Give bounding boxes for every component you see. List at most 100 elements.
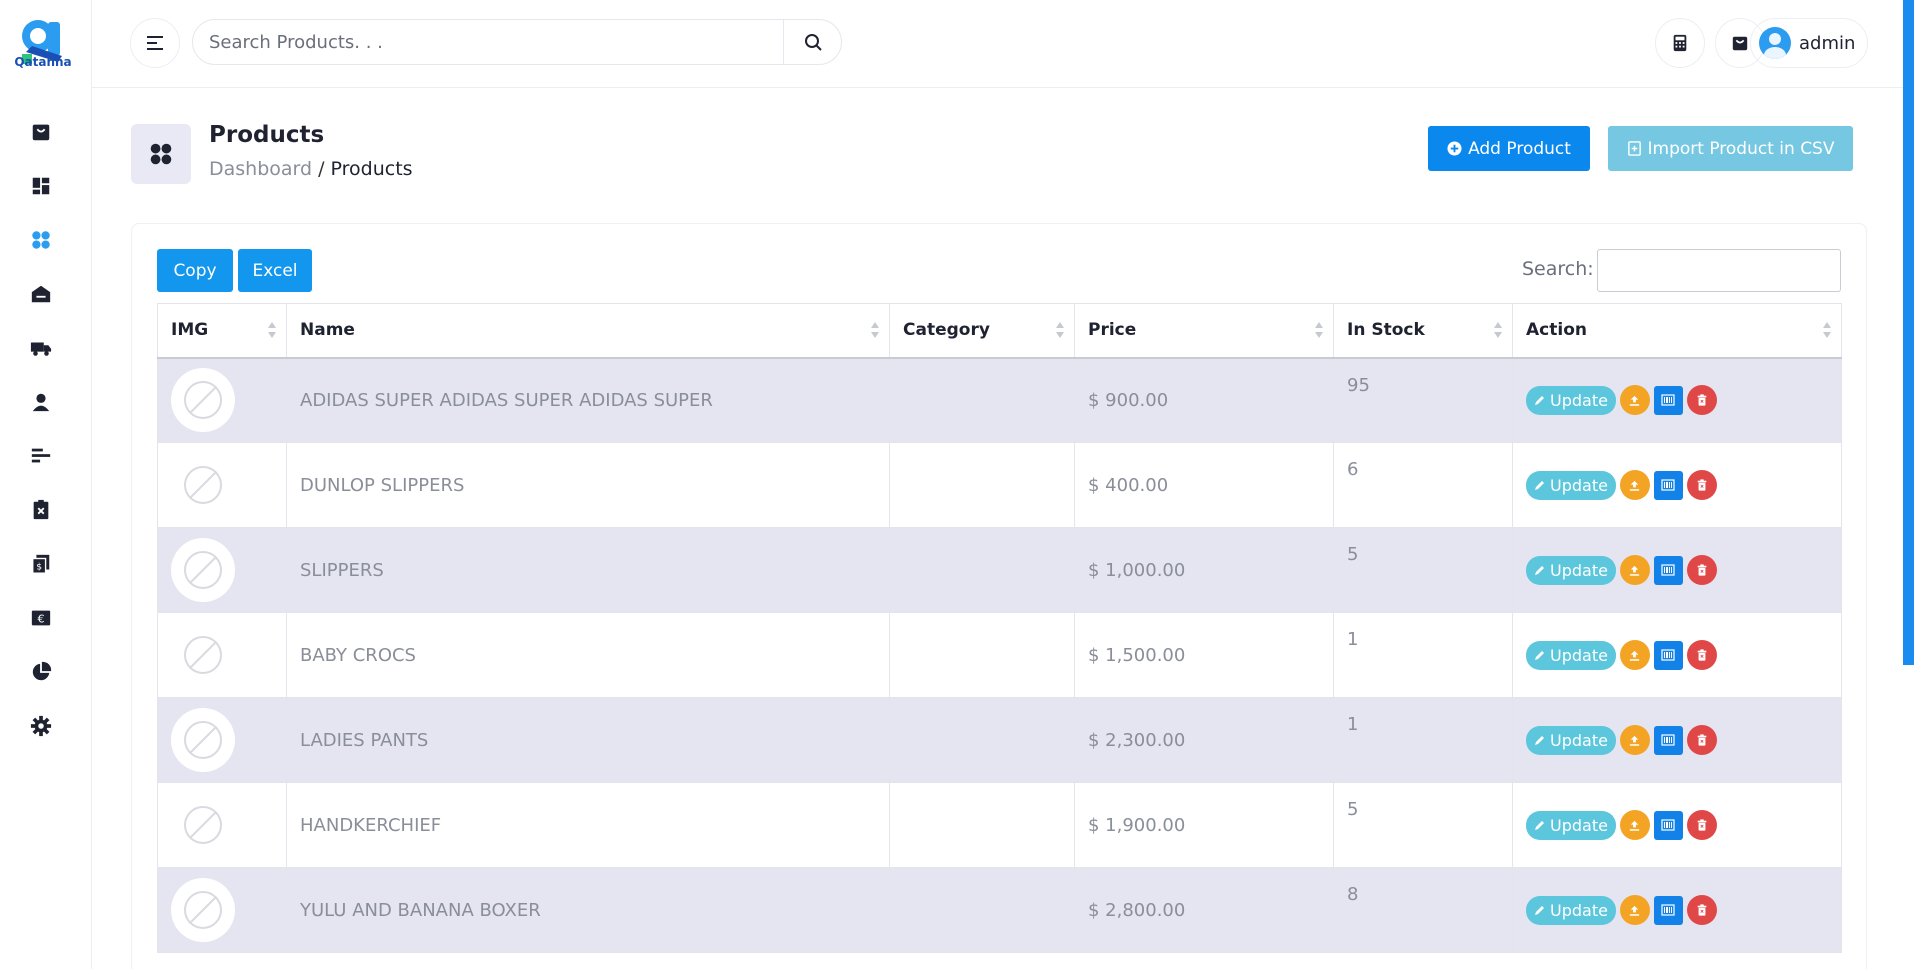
update-button[interactable]: Update	[1526, 725, 1616, 755]
barcode-button[interactable]	[1653, 555, 1683, 585]
cell-price: $ 1,000.00	[1074, 527, 1334, 613]
trash-icon	[1697, 564, 1707, 576]
delete-button[interactable]	[1686, 555, 1717, 585]
table-row[interactable]: HANDKERCHIEF $ 1,900.00 5 Update	[157, 782, 1842, 868]
sort-icon	[1494, 322, 1502, 340]
barcode-button[interactable]	[1653, 640, 1683, 670]
barcode-icon	[1661, 479, 1676, 491]
barcode-icon	[1661, 649, 1676, 661]
cell-category	[889, 867, 1075, 953]
update-label: Update	[1550, 560, 1608, 580]
cell-action: Update	[1512, 442, 1842, 528]
update-label: Update	[1550, 475, 1608, 495]
expense-icon[interactable]	[29, 498, 53, 522]
cell-name: BABY CROCS	[286, 612, 890, 698]
product-thumbnail	[171, 708, 235, 772]
cell-stock: 5	[1333, 782, 1513, 868]
update-label: Update	[1550, 390, 1608, 410]
table-row[interactable]: SLIPPERS $ 1,000.00 5 Update	[157, 527, 1842, 613]
product-thumbnail	[171, 793, 235, 857]
scrollbar[interactable]	[1903, 0, 1914, 665]
column-header-price[interactable]: Price	[1074, 303, 1334, 359]
dashboard-icon[interactable]	[29, 174, 53, 198]
upload-image-button[interactable]	[1619, 555, 1650, 585]
euro-icon[interactable]: €	[29, 606, 53, 630]
topbar: admin	[92, 0, 1914, 88]
update-label: Update	[1550, 815, 1608, 835]
upload-image-button[interactable]	[1619, 895, 1650, 925]
pencil-icon	[1535, 566, 1544, 575]
cell-category	[889, 782, 1075, 868]
product-search-input[interactable]	[193, 20, 783, 64]
cell-price: $ 400.00	[1074, 442, 1334, 528]
import-csv-label: Import Product in CSV	[1647, 138, 1835, 159]
barcode-button[interactable]	[1653, 810, 1683, 840]
user-name: admin	[1799, 32, 1856, 54]
invoice-icon[interactable]: $	[29, 552, 53, 576]
delete-button[interactable]	[1686, 725, 1717, 755]
no-image-icon	[184, 806, 222, 844]
column-header-action[interactable]: Action	[1512, 303, 1842, 359]
column-header-img[interactable]: IMG	[157, 303, 287, 359]
copy-button[interactable]: Copy	[157, 249, 233, 292]
user-menu[interactable]: admin	[1750, 18, 1868, 68]
calculator-button[interactable]	[1655, 18, 1705, 68]
table-row[interactable]: DUNLOP SLIPPERS $ 400.00 6 Update	[157, 442, 1842, 528]
product-thumbnail	[171, 368, 235, 433]
upload-image-button[interactable]	[1619, 810, 1650, 840]
search-button[interactable]	[783, 20, 841, 64]
table-row[interactable]: LADIES PANTS $ 2,300.00 1 Update	[157, 697, 1842, 783]
update-button[interactable]: Update	[1526, 640, 1616, 670]
barcode-button[interactable]	[1653, 725, 1683, 755]
delete-button[interactable]	[1686, 895, 1717, 925]
page-title: Products	[209, 122, 325, 148]
table-row[interactable]: YULU AND BANANA BOXER $ 2,800.00 8 Updat…	[157, 867, 1842, 953]
products-icon[interactable]	[29, 228, 53, 252]
update-button[interactable]: Update	[1526, 470, 1616, 500]
breadcrumb-dashboard[interactable]: Dashboard	[209, 158, 312, 180]
delete-button[interactable]	[1686, 470, 1717, 500]
cell-price: $ 2,800.00	[1074, 867, 1334, 953]
cell-img	[157, 612, 287, 698]
user-icon[interactable]	[29, 390, 53, 414]
cell-name: YULU AND BANANA BOXER	[286, 867, 890, 953]
upload-icon	[1630, 735, 1640, 746]
upload-image-button[interactable]	[1619, 385, 1650, 416]
search-icon	[804, 34, 822, 51]
barcode-button[interactable]	[1653, 385, 1683, 415]
excel-button[interactable]: Excel	[238, 249, 312, 292]
cell-price: $ 2,300.00	[1074, 697, 1334, 783]
barcode-button[interactable]	[1653, 895, 1683, 925]
report-icon[interactable]	[29, 444, 53, 468]
update-button[interactable]: Update	[1526, 555, 1616, 585]
warehouse-icon[interactable]	[29, 282, 53, 306]
shopping-bag-icon[interactable]	[29, 120, 53, 144]
update-button[interactable]: Update	[1526, 385, 1616, 415]
gear-icon[interactable]	[29, 714, 53, 738]
table-row[interactable]: BABY CROCS $ 1,500.00 1 Update	[157, 612, 1842, 698]
upload-image-button[interactable]	[1619, 725, 1650, 755]
truck-icon[interactable]	[29, 336, 53, 360]
table-search-input[interactable]	[1597, 249, 1841, 292]
delete-button[interactable]	[1686, 640, 1717, 670]
breadcrumb-separator: /	[318, 158, 325, 180]
delete-button[interactable]	[1686, 385, 1717, 416]
column-header-stock[interactable]: In Stock	[1333, 303, 1513, 359]
breadcrumb-current: Products	[330, 158, 413, 180]
add-product-button[interactable]: Add Product	[1428, 126, 1590, 171]
column-header-name[interactable]: Name	[286, 303, 890, 359]
update-button[interactable]: Update	[1526, 895, 1616, 925]
upload-image-button[interactable]	[1619, 470, 1650, 500]
table-row[interactable]: ADIDAS SUPER ADIDAS SUPER ADIDAS SUPER $…	[157, 357, 1842, 443]
calculator-icon	[1673, 34, 1687, 52]
update-button[interactable]: Update	[1526, 810, 1616, 840]
pie-chart-icon[interactable]	[29, 660, 53, 684]
menu-toggle-button[interactable]	[130, 18, 180, 68]
barcode-button[interactable]	[1653, 470, 1683, 500]
column-header-category[interactable]: Category	[889, 303, 1075, 359]
delete-button[interactable]	[1686, 810, 1717, 840]
cell-category	[889, 357, 1075, 443]
svg-text:€: €	[38, 613, 45, 626]
import-csv-button[interactable]: Import Product in CSV	[1608, 126, 1853, 171]
upload-image-button[interactable]	[1619, 640, 1650, 670]
